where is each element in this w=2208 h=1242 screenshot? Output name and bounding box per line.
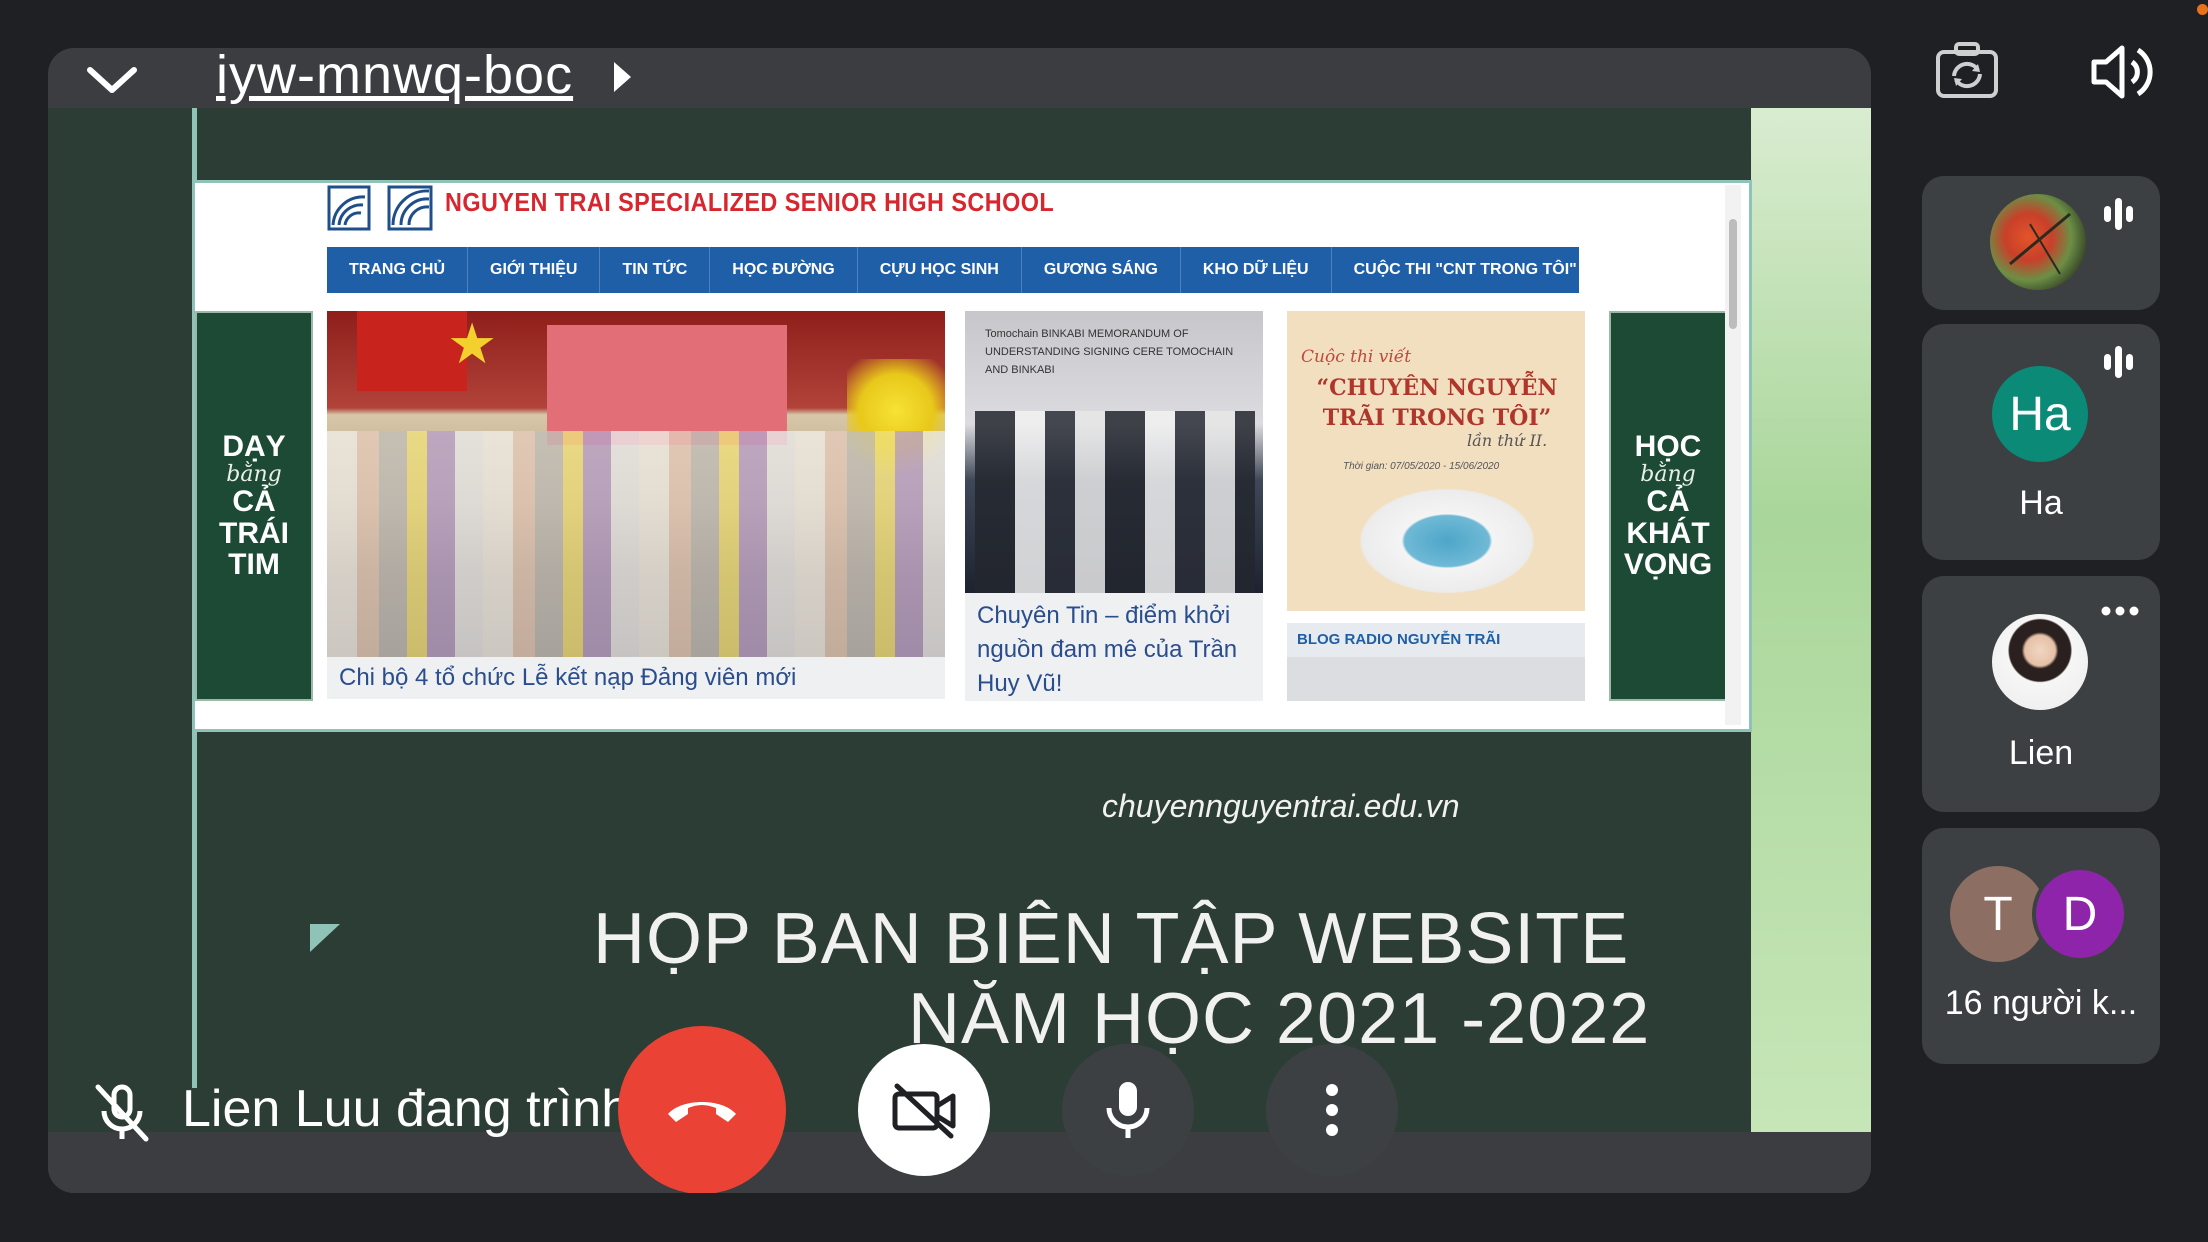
more-vert-icon bbox=[1326, 1084, 1338, 1136]
article-photo-group: ★ bbox=[327, 311, 945, 657]
participant-name: Lien bbox=[2008, 734, 2074, 772]
backdrop-shape bbox=[547, 325, 787, 445]
banner-text: KHÁT bbox=[1626, 516, 1710, 550]
article-photo-men: Tomochain BINKABI MEMORANDUM OF UNDERSTA… bbox=[965, 311, 1263, 593]
right-banner: HỌC bằng CẢ KHÁT VỌNG bbox=[1609, 311, 1727, 701]
banner-text: bằng bbox=[226, 461, 282, 487]
participant-name: 16 người k... bbox=[1944, 984, 2138, 1022]
flip-camera-icon[interactable] bbox=[1934, 38, 2000, 104]
mic-toggle-button[interactable] bbox=[1062, 1044, 1194, 1176]
article-caption: Chi bộ 4 tổ chức Lễ kết nạp Đảng viên mớ… bbox=[327, 657, 945, 699]
poster-title: “CHUYÊN NGUYỄN TRÃI TRONG TÔI” bbox=[1316, 375, 1558, 431]
banner-text: CẢ bbox=[1646, 485, 1690, 519]
nav-item: CỰU HỌC SINH bbox=[858, 247, 1022, 293]
slide-title-line2: NĂM HỌC 2021 -2022 bbox=[908, 979, 1651, 1059]
banner-text: DẠY bbox=[222, 430, 286, 464]
nav-item: KHO DỮ LIỆU bbox=[1181, 247, 1332, 293]
people-shape bbox=[327, 431, 945, 657]
school-logo bbox=[327, 185, 437, 231]
avatar: D bbox=[2032, 866, 2128, 962]
participant-tile[interactable]: Ha Ha bbox=[1922, 324, 2160, 560]
more-options-button[interactable] bbox=[1266, 1044, 1398, 1176]
mic-off-icon bbox=[88, 1083, 158, 1143]
end-call-button[interactable] bbox=[618, 1026, 786, 1193]
banner-text: CẢ bbox=[232, 485, 276, 519]
people-shape bbox=[975, 411, 1255, 593]
slide-decor-strip bbox=[1751, 108, 1871, 1132]
banner-text: bằng bbox=[1640, 461, 1696, 487]
poster-date: Thời gian: 07/05/2020 - 15/06/2020 bbox=[1343, 461, 1500, 472]
end-call-icon bbox=[668, 1102, 736, 1122]
nav-item: TRANG CHỦ bbox=[327, 247, 468, 293]
contest-poster: Cuộc thi viết “CHUYÊN NGUYỄN TRÃI TRONG … bbox=[1287, 311, 1585, 611]
article-caption: Chuyên Tin – điểm khởi nguồn đam mê của … bbox=[965, 593, 1263, 701]
avatar bbox=[1992, 614, 2088, 710]
slide-title-line1: HỌP BAN BIÊN TẬP WEBSITE bbox=[593, 899, 1630, 979]
school-name: NGUYEN TRAI SPECIALIZED SENIOR HIGH SCHO… bbox=[445, 187, 1055, 217]
speaker-icon[interactable] bbox=[2090, 42, 2156, 102]
avatar bbox=[1990, 194, 2086, 290]
meeting-header: iyw-mnwq-boc bbox=[48, 48, 1871, 108]
camera-off-icon bbox=[892, 1083, 956, 1139]
poster-text: lần thứ II. bbox=[1467, 431, 1548, 450]
photo-banner-text: Tomochain BINKABI MEMORANDUM OF UNDERSTA… bbox=[985, 328, 1234, 376]
nav-item: HỌC ĐƯỜNG bbox=[710, 247, 858, 293]
blog-box bbox=[1287, 657, 1585, 701]
left-banner: DẠY bằng CẢ TRÁI TIM bbox=[195, 311, 313, 701]
banner-text: VỌNG bbox=[1623, 548, 1713, 582]
nav-item: GIỚI THIỆU bbox=[468, 247, 601, 293]
star-icon: ★ bbox=[447, 312, 498, 375]
play-arrow-icon[interactable] bbox=[614, 62, 631, 92]
slide-bullet-triangle bbox=[310, 924, 340, 952]
banner-text: TRÁI bbox=[219, 516, 289, 550]
participant-tile[interactable] bbox=[1922, 176, 2160, 310]
camera-toggle-button[interactable] bbox=[858, 1044, 990, 1176]
poster-text: Cuộc thi viết bbox=[1301, 347, 1412, 367]
website-scroll-thumb bbox=[1729, 219, 1737, 329]
nav-item: TIN TỨC bbox=[600, 247, 711, 293]
banner-text: TIM bbox=[228, 548, 280, 582]
main-stage: iyw-mnwq-boc NGUYEN TRAI SPECIALIZED SEN… bbox=[48, 48, 1871, 1193]
chevron-down-icon[interactable] bbox=[84, 58, 140, 102]
shared-screen: NGUYEN TRAI SPECIALIZED SENIOR HIGH SCHO… bbox=[48, 108, 1871, 1132]
writing-hand-illustration bbox=[1347, 481, 1547, 601]
mic-icon bbox=[1106, 1082, 1150, 1138]
nav-item: CUỘC THI "CNT TRONG TÔI" bbox=[1353, 261, 1577, 278]
banner-text: HỌC bbox=[1634, 430, 1702, 464]
website-url: chuyennguyentrai.edu.vn bbox=[1102, 788, 1460, 824]
participant-tile[interactable]: Lien bbox=[1922, 576, 2160, 812]
avatar: Ha bbox=[1992, 366, 2088, 462]
meeting-code-link[interactable]: iyw-mnwq-boc bbox=[216, 48, 573, 106]
recording-dot bbox=[2197, 4, 2208, 15]
blog-label: BLOG RADIO NGUYỄN TRÃI bbox=[1287, 623, 1585, 657]
website-screenshot: NGUYEN TRAI SPECIALIZED SENIOR HIGH SCHO… bbox=[192, 180, 1752, 732]
website-page: NGUYEN TRAI SPECIALIZED SENIOR HIGH SCHO… bbox=[195, 183, 1749, 729]
participant-name: Ha bbox=[2019, 484, 2063, 522]
participant-tile-others[interactable]: T D 16 người k... bbox=[1922, 828, 2160, 1064]
website-nav: TRANG CHỦ GIỚI THIỆU TIN TỨC HỌC ĐƯỜNG C… bbox=[327, 247, 1579, 293]
nav-item: GƯƠNG SÁNG bbox=[1022, 247, 1181, 293]
more-horiz-icon[interactable] bbox=[2100, 604, 2140, 616]
